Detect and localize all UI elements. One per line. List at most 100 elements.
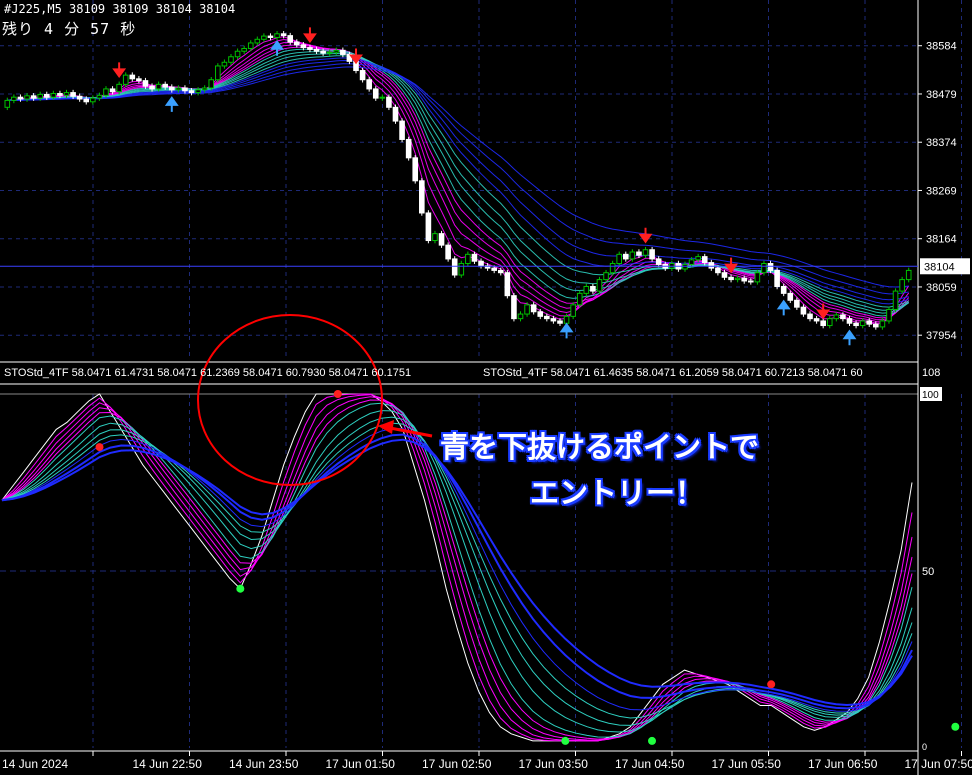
candle-body (109, 88, 116, 93)
candle-body (708, 262, 715, 269)
candle-body (767, 263, 774, 271)
stoch-ribbon-line (1, 438, 913, 707)
candle-body (517, 313, 524, 320)
candle-body (438, 233, 445, 246)
candle-body (688, 259, 695, 265)
candle-body (267, 35, 274, 38)
candle-body (129, 74, 136, 80)
candle-body (478, 260, 484, 267)
candle-body (419, 180, 425, 214)
candle-body (208, 79, 215, 89)
candle-body (24, 95, 30, 100)
ma-ribbon-line (7, 66, 909, 288)
candle-body (149, 85, 155, 90)
indicator-label-2: STOStd_4TF 58.0471 61.4635 58.0471 61.20… (483, 367, 863, 379)
candle-body (603, 272, 609, 281)
candle-body (780, 285, 787, 294)
price-tick-label: 37954 (926, 330, 957, 342)
candle-body (201, 87, 208, 91)
candle-body (122, 74, 129, 85)
candle-body (372, 88, 379, 99)
ma-ribbon-line (7, 59, 909, 301)
candle-body (445, 244, 451, 260)
candle-body (826, 318, 833, 327)
candle-body (307, 47, 313, 50)
price-tick-label: 38374 (926, 137, 957, 149)
candle-body (655, 258, 662, 265)
candle-body (359, 70, 366, 81)
time-axis-label: 17 Jun 06:50 (808, 757, 878, 771)
candle-body (471, 253, 478, 262)
candle-body (386, 96, 392, 108)
candle-body (590, 285, 596, 292)
price-tick-label: 38269 (926, 185, 957, 197)
candle-body (899, 279, 905, 292)
candle-body (168, 86, 175, 91)
candle-body (905, 269, 912, 281)
candle-body (142, 80, 149, 87)
stoch-signal-dot (333, 390, 342, 398)
candle-body (247, 42, 254, 49)
candle-body (234, 50, 241, 58)
candle-body (195, 89, 201, 94)
candle-body (576, 292, 583, 306)
candle-body (511, 295, 517, 320)
sell-arrow (816, 303, 831, 320)
candle-body (366, 79, 372, 90)
buy-arrow (164, 96, 179, 112)
stoch-signal-dot (95, 443, 104, 452)
candle-body (846, 318, 853, 324)
candle-body (182, 87, 188, 92)
candle-body (807, 313, 813, 320)
candle-body (90, 97, 96, 103)
candle-body (544, 315, 550, 320)
candle-body (715, 267, 721, 274)
candle-body (11, 96, 17, 101)
candle-body (116, 83, 122, 93)
candle-body (873, 323, 879, 328)
candle-body (695, 256, 701, 261)
candle-body (537, 311, 544, 317)
time-axis-label: 14 Jun 2024 (2, 757, 68, 771)
candle-body (221, 61, 228, 67)
level-100-label: 100 (922, 390, 939, 401)
level-0-label: 0 (922, 742, 927, 752)
indicator-label-1: STOStd_4TF 58.0471 61.4731 58.0471 61.23… (4, 367, 412, 379)
time-axis-label: 17 Jun 03:50 (519, 757, 589, 771)
level-50-label: 50 (922, 566, 934, 578)
chart-canvas: 38584 38479 38374 38269 38164 38059 37954 38104… (0, 0, 972, 775)
candle-body (17, 96, 24, 100)
candle-body (629, 251, 636, 260)
time-axis-label: 17 Jun 01:50 (326, 757, 396, 771)
candle-body (859, 320, 866, 327)
candle-body (340, 49, 346, 55)
candle-body (83, 98, 90, 103)
buy-arrow (776, 299, 791, 316)
candle-body (313, 48, 320, 52)
stoch-signal-dot (767, 680, 776, 689)
current-price-label: 38104 (924, 261, 955, 273)
bar-countdown: 残り 4 分 57 秒 (2, 20, 137, 38)
candle-body (333, 49, 340, 53)
candle-body (432, 233, 438, 242)
candle-body (274, 33, 280, 38)
time-axis-label: 17 Jun 05:50 (712, 757, 782, 771)
candle-body (254, 38, 261, 44)
candle-body (840, 314, 846, 320)
time-axis-label: 17 Jun 04:50 (615, 757, 685, 771)
buy-arrow (559, 322, 574, 339)
candle-body (155, 83, 162, 90)
candle-body (392, 106, 399, 122)
candle-body (326, 51, 333, 54)
candle-body (853, 322, 859, 327)
candle-body (300, 44, 307, 49)
indicator-scale-top-label: 108 (922, 367, 940, 379)
ma-ribbon-line (7, 46, 910, 319)
candle-body (63, 92, 70, 96)
candle-body (57, 93, 63, 96)
candle-body (136, 78, 142, 82)
time-axis-label: 17 Jun 07:50 (905, 757, 972, 771)
candle-body (557, 320, 563, 324)
stoch-signal-dot (561, 736, 570, 745)
candle-body (596, 279, 603, 292)
